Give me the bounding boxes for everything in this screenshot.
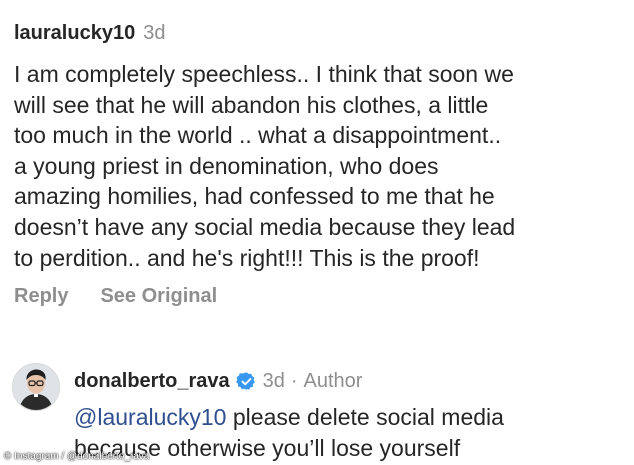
comment-actions: Reply See Original xyxy=(14,283,217,309)
author-label: Author xyxy=(303,370,363,392)
comment-timestamp: 3d xyxy=(143,22,166,44)
instagram-comment-thread: lauralucky10 3d I am completely speechle… xyxy=(0,0,634,465)
avatar[interactable] xyxy=(12,363,60,411)
comment-text-line: to perdition.. and he's right!!! This is… xyxy=(14,244,480,271)
comment-text-line: too much in the world .. what a disappoi… xyxy=(14,122,502,149)
comment-header: lauralucky10 3d xyxy=(14,20,165,46)
reply-button[interactable]: Reply xyxy=(14,283,68,309)
separator-dot: · xyxy=(290,370,298,392)
image-credit-watermark: © Instagram / @donalberto_rava xyxy=(4,451,150,462)
mention-link[interactable]: @lauralucky10 xyxy=(74,404,226,430)
reply-text: @lauralucky10 please delete social media… xyxy=(74,402,634,463)
comment-text: I am completely speechless.. I think tha… xyxy=(14,59,626,273)
verified-badge-icon xyxy=(235,371,257,392)
reply-text-line: because otherwise you’ll lose yourself xyxy=(74,434,461,461)
reply-comment: donalberto_rava 3d · Author @lauralucky1… xyxy=(12,360,634,465)
comment-text-line: amazing homilies, had confessed to me th… xyxy=(14,183,495,210)
comment-text-line: a young priest in denomination, who does xyxy=(14,152,439,179)
reply-timestamp: 3d xyxy=(262,370,285,392)
reply-text-segment: please delete social media xyxy=(226,404,504,430)
comment-text-line: doesn’t have any social media because th… xyxy=(14,213,516,240)
avatar-photo-icon xyxy=(13,364,59,410)
see-original-button[interactable]: See Original xyxy=(100,283,217,309)
comment-username[interactable]: lauralucky10 xyxy=(14,20,135,46)
comment-text-line: I am completely speechless.. I think tha… xyxy=(14,61,514,87)
reply-header: donalberto_rava 3d · Author xyxy=(74,368,362,394)
reply-text-line: @lauralucky10 please delete social media xyxy=(74,402,634,433)
comment-text-line: will see that he will abandon his clothe… xyxy=(14,91,489,118)
reply-username[interactable]: donalberto_rava xyxy=(74,368,230,394)
